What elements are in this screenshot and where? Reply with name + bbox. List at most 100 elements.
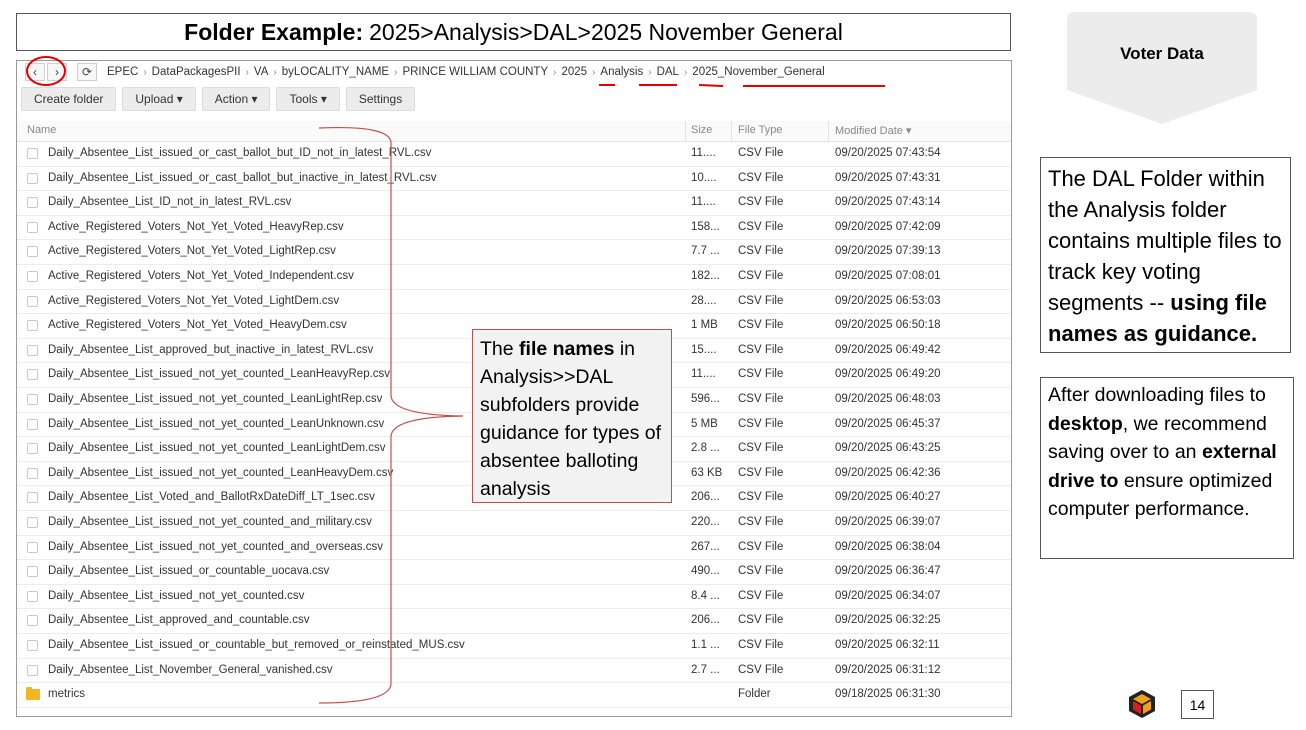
file-size: 8.4 ... bbox=[691, 589, 720, 602]
tools-button[interactable]: Tools ▾ bbox=[276, 87, 340, 111]
callout-bold: file names bbox=[519, 338, 615, 360]
file-row[interactable]: Daily_Absentee_List_issued_not_yet_count… bbox=[17, 511, 1011, 536]
voter-data-label: Voter Data bbox=[1120, 44, 1204, 63]
file-row[interactable]: Daily_Absentee_List_issued_not_yet_count… bbox=[17, 536, 1011, 561]
slide-title: Folder Example: 2025>Analysis>DAL>2025 N… bbox=[16, 13, 1011, 51]
file-size: 5 MB bbox=[691, 417, 718, 430]
file-checkbox[interactable] bbox=[27, 148, 38, 159]
file-type: CSV File bbox=[738, 220, 784, 233]
file-checkbox[interactable] bbox=[27, 615, 38, 627]
file-checkbox[interactable] bbox=[27, 394, 38, 405]
file-checkbox[interactable] bbox=[27, 541, 38, 553]
file-type: CSV File bbox=[738, 368, 784, 381]
file-modified-date: 09/20/2025 07:42:09 bbox=[835, 220, 941, 233]
column-modified-date[interactable]: Modified Date ▾ bbox=[835, 124, 911, 137]
bracket-annotation bbox=[318, 127, 464, 704]
file-row[interactable]: Daily_Absentee_List_issued_or_cast_ballo… bbox=[17, 142, 1011, 167]
column-file-type[interactable]: File Type bbox=[738, 124, 782, 136]
file-type: CSV File bbox=[738, 417, 784, 430]
file-row[interactable]: Active_Registered_Voters_Not_Yet_Voted_H… bbox=[17, 216, 1011, 241]
file-modified-date: 09/20/2025 06:48:03 bbox=[835, 393, 941, 405]
file-row[interactable]: Active_Registered_Voters_Not_Yet_Voted_I… bbox=[17, 265, 1011, 290]
page-number: 14 bbox=[1181, 690, 1214, 719]
file-row[interactable]: Daily_Absentee_List_approved_and_countab… bbox=[17, 609, 1011, 634]
file-checkbox[interactable] bbox=[27, 246, 38, 258]
slide-title-path: 2025>Analysis>DAL>2025 November General bbox=[369, 18, 843, 45]
file-checkbox[interactable] bbox=[27, 492, 38, 504]
file-name: Daily_Absentee_List_approved_and_countab… bbox=[48, 614, 310, 627]
file-checkbox[interactable] bbox=[27, 197, 38, 209]
action-button[interactable]: Action ▾ bbox=[201, 87, 271, 111]
callout-text: in Analysis>>DAL subfolders provide guid… bbox=[480, 338, 662, 500]
file-type: CSV File bbox=[738, 589, 784, 602]
file-name: Active_Registered_Voters_Not_Yet_Voted_H… bbox=[48, 319, 347, 332]
upload-button[interactable]: Upload ▾ bbox=[122, 87, 196, 111]
file-type: CSV File bbox=[738, 540, 784, 553]
file-row[interactable]: Active_Registered_Voters_Not_Yet_Voted_L… bbox=[17, 290, 1011, 315]
file-type: CSV File bbox=[738, 639, 784, 651]
file-row[interactable]: Daily_Absentee_List_issued_or_countable_… bbox=[17, 634, 1011, 659]
file-size: 490... bbox=[691, 565, 720, 578]
file-row[interactable]: Active_Registered_Voters_Not_Yet_Voted_L… bbox=[17, 240, 1011, 265]
create-folder-button[interactable]: Create folder bbox=[21, 87, 117, 111]
file-checkbox[interactable] bbox=[27, 320, 38, 332]
file-checkbox[interactable] bbox=[27, 369, 38, 381]
settings-button[interactable]: Settings bbox=[345, 87, 416, 111]
file-size: 28.... bbox=[691, 294, 717, 307]
file-modified-date: 09/20/2025 06:43:25 bbox=[835, 442, 941, 455]
file-size: 11.... bbox=[691, 196, 716, 209]
file-modified-date: 09/20/2025 06:38:04 bbox=[835, 540, 941, 553]
file-checkbox[interactable] bbox=[27, 271, 38, 282]
file-checkbox[interactable] bbox=[27, 517, 38, 528]
file-modified-date: 09/20/2025 06:36:47 bbox=[835, 565, 941, 578]
file-type: CSV File bbox=[738, 466, 784, 479]
file-checkbox[interactable] bbox=[27, 418, 38, 430]
file-checkbox[interactable] bbox=[27, 664, 38, 676]
file-checkbox[interactable] bbox=[27, 344, 38, 356]
file-row[interactable]: Daily_Absentee_List_issued_or_countable_… bbox=[17, 560, 1011, 585]
file-type: CSV File bbox=[738, 171, 784, 184]
file-checkbox[interactable] bbox=[27, 221, 38, 233]
file-name: Daily_Absentee_List_issued_not_yet_count… bbox=[48, 589, 305, 602]
file-modified-date: 09/20/2025 06:31:12 bbox=[835, 663, 941, 676]
file-type: CSV File bbox=[738, 442, 784, 455]
file-checkbox[interactable] bbox=[27, 566, 38, 578]
file-row[interactable]: Daily_Absentee_List_issued_or_cast_ballo… bbox=[17, 167, 1011, 192]
callout-text: The bbox=[480, 338, 520, 360]
file-type: CSV File bbox=[738, 196, 784, 209]
table-header: Name Size File Type Modified Date ▾ bbox=[17, 121, 1011, 142]
file-modified-date: 09/20/2025 07:43:31 bbox=[835, 171, 941, 184]
underline-dal bbox=[698, 84, 724, 87]
file-type: CSV File bbox=[738, 393, 784, 405]
file-checkbox[interactable] bbox=[27, 295, 38, 307]
file-name: Active_Registered_Voters_Not_Yet_Voted_L… bbox=[48, 245, 336, 258]
file-size: 158... bbox=[691, 220, 720, 233]
file-row[interactable]: Daily_Absentee_List_November_General_van… bbox=[17, 659, 1011, 684]
file-size: 10.... bbox=[691, 171, 717, 184]
file-checkbox[interactable] bbox=[27, 590, 38, 602]
folder-row[interactable]: metrics Folder 09/18/2025 06:31:30 bbox=[17, 683, 1011, 708]
column-name[interactable]: Name bbox=[27, 124, 56, 136]
dal-folder-note: The DAL Folder within the Analysis folde… bbox=[1040, 157, 1291, 353]
file-type: CSV File bbox=[738, 565, 784, 578]
file-checkbox[interactable] bbox=[27, 443, 38, 455]
file-modified-date: 09/20/2025 07:43:54 bbox=[835, 147, 941, 159]
column-divider bbox=[731, 121, 732, 141]
file-checkbox[interactable] bbox=[27, 172, 38, 184]
file-name: Daily_Absentee_List_November_General_van… bbox=[48, 663, 333, 676]
file-size: 1 MB bbox=[691, 319, 718, 332]
file-type: CSV File bbox=[738, 663, 784, 676]
file-row[interactable]: Daily_Absentee_List_ID_not_in_latest_RVL… bbox=[17, 191, 1011, 216]
column-size[interactable]: Size bbox=[691, 124, 712, 136]
file-type: CSV File bbox=[738, 343, 784, 356]
file-type: CSV File bbox=[738, 270, 784, 282]
file-modified-date: 09/20/2025 07:08:01 bbox=[835, 270, 941, 282]
file-checkbox[interactable] bbox=[27, 640, 38, 651]
file-checkbox[interactable] bbox=[27, 467, 38, 479]
file-size: 63 KB bbox=[691, 466, 723, 479]
file-modified-date: 09/20/2025 07:39:13 bbox=[835, 245, 941, 258]
file-type: CSV File bbox=[738, 147, 784, 159]
voter-data-shape bbox=[1067, 12, 1257, 124]
file-row[interactable]: Daily_Absentee_List_issued_not_yet_count… bbox=[17, 585, 1011, 610]
file-modified-date: 09/20/2025 06:49:42 bbox=[835, 343, 941, 356]
